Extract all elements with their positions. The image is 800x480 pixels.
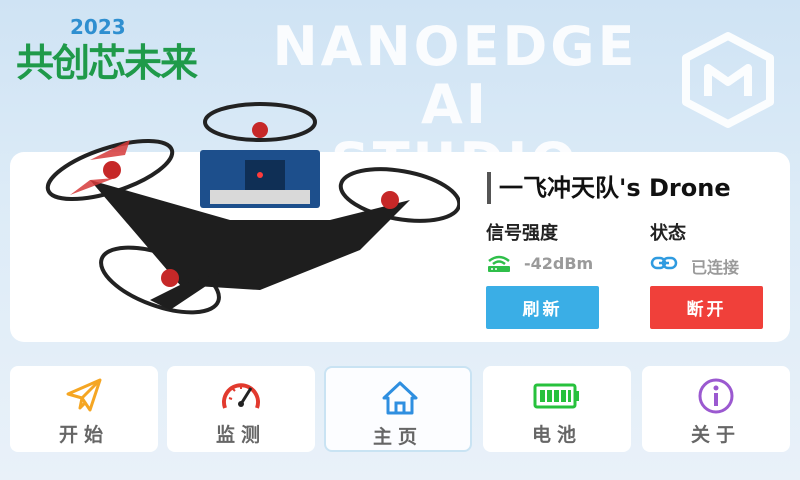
nanoedge-logo-icon <box>682 32 774 128</box>
nav-battery[interactable]: 电池 <box>483 366 631 452</box>
signal-strength-label: 信号强度 <box>486 223 558 244</box>
signal-icon <box>488 255 510 272</box>
link-icon <box>650 256 678 270</box>
refresh-button[interactable]: 刷新 <box>486 286 599 329</box>
nav-home-label: 主页 <box>372 426 423 448</box>
disconnect-button[interactable]: 断开 <box>650 286 763 329</box>
nav-monitor[interactable]: 监测 <box>167 366 315 452</box>
status-label: 状态 <box>650 223 686 244</box>
nav-battery-label: 电池 <box>531 424 582 446</box>
nav-monitor-label: 监测 <box>215 424 266 446</box>
home-icon <box>382 381 418 415</box>
paper-plane-icon <box>66 378 102 412</box>
event-logo: 2023 共创芯未来 <box>16 15 200 85</box>
bottom-nav: 开始 监测 主页 电池 关于 <box>10 366 790 452</box>
signal-strength-value: -42dBm <box>524 254 594 273</box>
nav-start[interactable]: 开始 <box>10 366 158 452</box>
event-year: 2023 <box>70 15 126 39</box>
device-title: 一飞冲天队's Drone <box>487 172 731 204</box>
gauge-icon <box>222 383 260 409</box>
info-icon <box>698 378 734 414</box>
connection-status-value: 已连接 <box>691 258 740 277</box>
nav-start-label: 开始 <box>58 424 109 446</box>
nav-about-label: 关于 <box>690 424 741 446</box>
nav-home[interactable]: 主页 <box>324 366 472 452</box>
drone-image <box>45 102 460 315</box>
event-name: 共创芯未来 <box>16 41 198 85</box>
nav-about[interactable]: 关于 <box>642 366 790 452</box>
battery-icon <box>533 383 579 409</box>
